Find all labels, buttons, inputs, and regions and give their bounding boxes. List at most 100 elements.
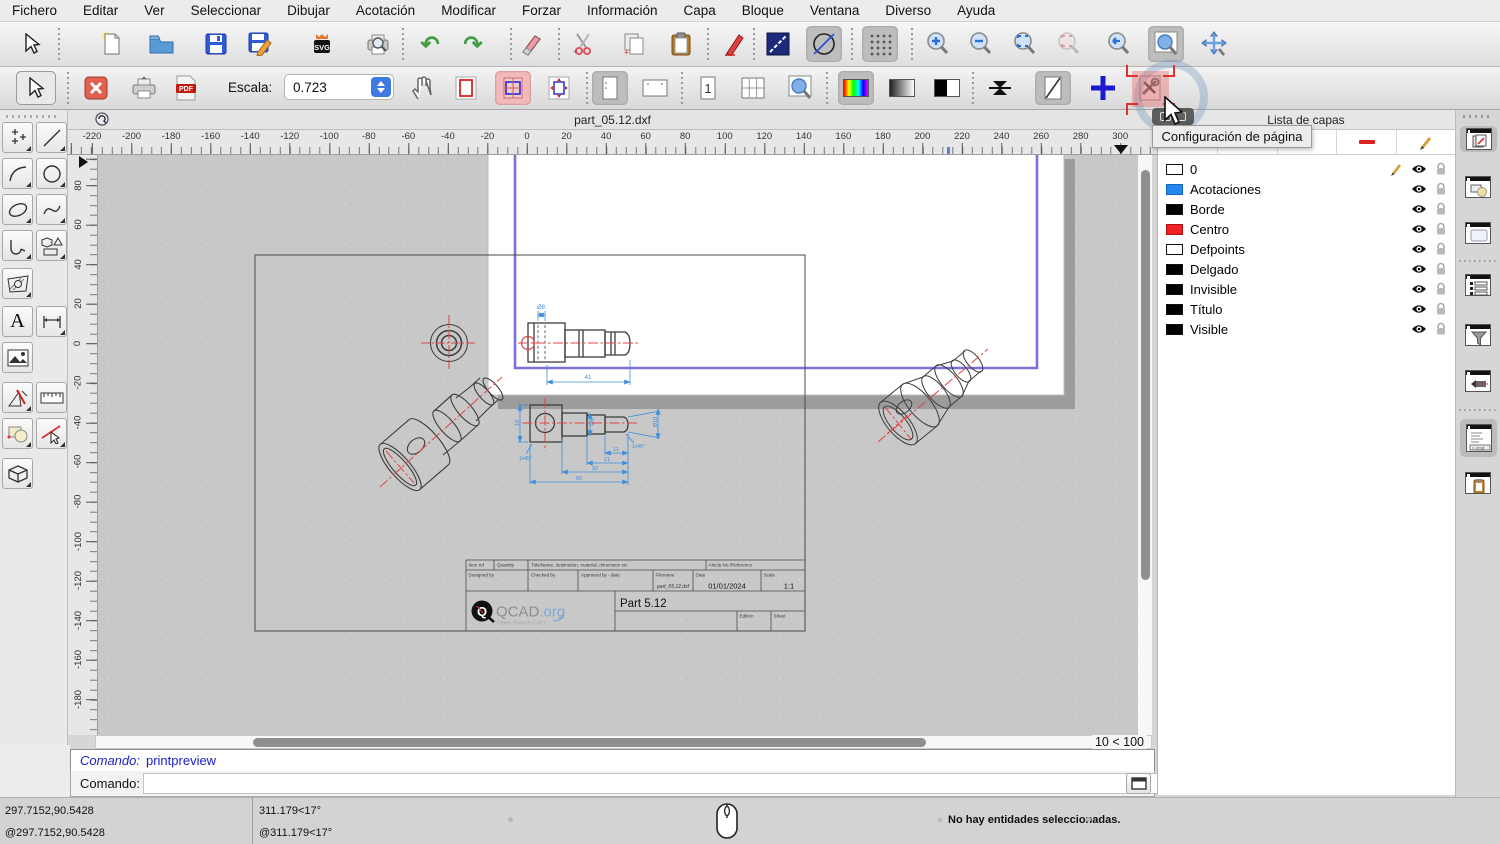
paper-fill-button[interactable] xyxy=(495,71,531,105)
layer-lock-toggle[interactable] xyxy=(1430,242,1452,256)
layer-lock-toggle[interactable] xyxy=(1430,322,1452,336)
polyline-tool[interactable] xyxy=(2,230,33,261)
layer-lock-toggle[interactable] xyxy=(1430,202,1452,216)
menu-item[interactable]: Ayuda xyxy=(957,3,995,18)
close-preview-button[interactable] xyxy=(78,71,114,105)
layer-name[interactable]: Acotaciones xyxy=(1190,182,1408,197)
command-input[interactable] xyxy=(143,773,1191,794)
tab-document[interactable]: part_05.12.dxf xyxy=(68,113,1157,127)
command-line-panel-button[interactable]: > cmd xyxy=(1460,419,1497,457)
menu-item[interactable]: Fichero xyxy=(12,3,57,18)
save-button[interactable] xyxy=(198,26,234,62)
layer-lock-toggle[interactable] xyxy=(1430,222,1452,236)
layer-name[interactable]: 0 xyxy=(1190,162,1386,177)
circle-tool[interactable] xyxy=(36,158,67,189)
menu-item[interactable]: Ventana xyxy=(810,3,860,18)
measure-tool[interactable] xyxy=(36,382,67,413)
point-tool[interactable] xyxy=(2,122,33,153)
preview-select-button[interactable] xyxy=(16,71,56,105)
layer-color-swatch[interactable] xyxy=(1166,323,1183,335)
grid-button[interactable] xyxy=(862,26,898,62)
new-file-button[interactable] xyxy=(93,26,129,62)
layer-name[interactable]: Título xyxy=(1190,302,1408,317)
layer-color-swatch[interactable] xyxy=(1166,223,1183,235)
horizontal-scrollbar[interactable]: 10 < 100 xyxy=(95,735,1152,749)
lineweight-button[interactable] xyxy=(760,26,796,62)
layer-row[interactable]: Acotaciones xyxy=(1158,179,1456,199)
layer-visibility-toggle[interactable] xyxy=(1408,324,1430,334)
horizontal-scrollbar-thumb[interactable] xyxy=(253,738,926,747)
multi-page-button[interactable] xyxy=(735,71,771,105)
layers-remove-button[interactable] xyxy=(1337,130,1398,154)
layer-color-swatch[interactable] xyxy=(1166,263,1183,275)
delete-button[interactable] xyxy=(513,26,549,62)
layer-row[interactable]: Invisible xyxy=(1158,279,1456,299)
fit-page-button[interactable] xyxy=(541,71,577,105)
vertical-scrollbar-thumb[interactable] xyxy=(1141,170,1150,580)
layer-color-swatch[interactable] xyxy=(1166,183,1183,195)
layers-edit-button[interactable] xyxy=(1397,130,1456,154)
layer-lock-toggle[interactable] xyxy=(1430,302,1452,316)
offset-button[interactable] xyxy=(982,71,1018,105)
layer-name[interactable]: Borde xyxy=(1190,202,1408,217)
pdf-export-button[interactable]: PDF xyxy=(168,71,204,105)
draft-tools-tool[interactable] xyxy=(2,382,33,413)
menu-item[interactable]: Capa xyxy=(684,3,716,18)
print-preview-button[interactable] xyxy=(360,26,396,62)
svg-export-button[interactable]: SVG xyxy=(304,26,340,62)
layer-visibility-toggle[interactable] xyxy=(1408,244,1430,254)
layer-name[interactable]: Visible xyxy=(1190,322,1408,337)
layer-lock-toggle[interactable] xyxy=(1430,182,1452,196)
block-list-panel-button[interactable] xyxy=(1463,174,1493,200)
line-tool[interactable] xyxy=(36,122,67,153)
single-page-button[interactable]: 1 xyxy=(690,71,726,105)
layer-name[interactable]: Delgado xyxy=(1190,262,1408,277)
layer-color-swatch[interactable] xyxy=(1166,243,1183,255)
pan-hand-button[interactable] xyxy=(404,71,440,105)
zoom-out-button[interactable] xyxy=(963,26,999,62)
color-mode-button[interactable] xyxy=(838,71,874,105)
zoom-page-button[interactable] xyxy=(782,71,818,105)
vertical-scrollbar[interactable] xyxy=(1137,155,1152,735)
copy-button[interactable]: + xyxy=(616,26,652,62)
view-list-panel-button[interactable] xyxy=(1463,220,1493,246)
open-file-button[interactable] xyxy=(144,26,180,62)
image-tool[interactable] xyxy=(2,342,33,373)
menu-item[interactable]: Bloque xyxy=(742,3,784,18)
layer-name[interactable]: Defpoints xyxy=(1190,242,1408,257)
layer-visibility-toggle[interactable] xyxy=(1408,184,1430,194)
solid-tool[interactable] xyxy=(2,458,33,489)
layer-visibility-toggle[interactable] xyxy=(1408,284,1430,294)
layer-lock-toggle[interactable] xyxy=(1430,262,1452,276)
layer-color-swatch[interactable] xyxy=(1166,163,1183,175)
pan-button[interactable] xyxy=(1196,26,1232,62)
select-arrow-button[interactable] xyxy=(14,26,50,62)
menu-item[interactable]: Forzar xyxy=(522,3,561,18)
layer-visibility-toggle[interactable] xyxy=(1408,224,1430,234)
layer-row[interactable]: Visible xyxy=(1158,319,1456,339)
property-editor-panel-button[interactable] xyxy=(1463,272,1493,298)
landscape-button[interactable] xyxy=(637,71,673,105)
zoom-previous-button[interactable] xyxy=(1101,26,1137,62)
menu-item[interactable]: Ver xyxy=(144,3,164,18)
layer-name[interactable]: Invisible xyxy=(1190,282,1408,297)
layer-lock-toggle[interactable] xyxy=(1430,282,1452,296)
panel-drag-handle[interactable] xyxy=(6,115,58,118)
selection-filter-panel-button[interactable] xyxy=(1463,322,1493,348)
modify-tool[interactable] xyxy=(36,418,67,449)
menu-item[interactable]: Seleccionar xyxy=(191,3,262,18)
layer-name[interactable]: Centro xyxy=(1190,222,1408,237)
spline-tool[interactable] xyxy=(36,194,67,225)
crosshair-button[interactable] xyxy=(1085,71,1121,105)
menu-item[interactable]: Diverso xyxy=(885,3,931,18)
layer-row[interactable]: Borde xyxy=(1158,199,1456,219)
layer-color-swatch[interactable] xyxy=(1166,203,1183,215)
command-options-button[interactable] xyxy=(1126,773,1151,794)
bw-mode-button[interactable] xyxy=(929,71,965,105)
save-as-button[interactable] xyxy=(242,26,278,62)
block-tool[interactable] xyxy=(2,418,33,449)
dock-drag-handle[interactable] xyxy=(1463,115,1493,118)
dimension-tool[interactable] xyxy=(36,306,67,337)
layer-visibility-toggle[interactable] xyxy=(1408,164,1430,174)
layer-row[interactable]: Defpoints xyxy=(1158,239,1456,259)
